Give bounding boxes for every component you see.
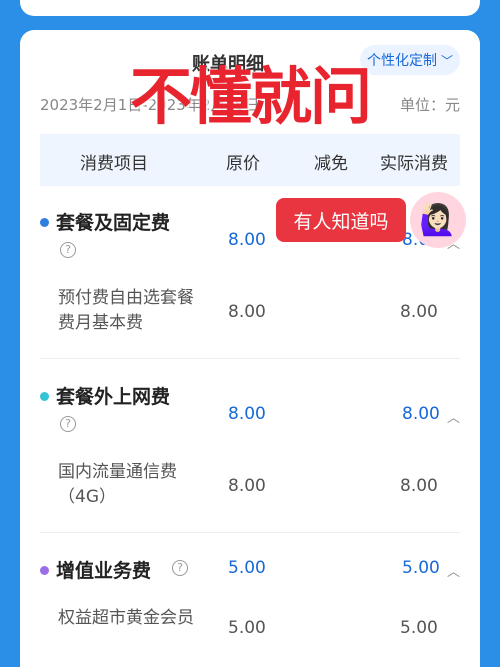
section-title: 套餐及固定费 bbox=[56, 212, 171, 234]
column-header-original: 原价 bbox=[226, 154, 260, 174]
item-actual: 5.00 bbox=[400, 618, 438, 638]
section-title: 增值业务费 bbox=[56, 560, 152, 582]
item-original: 8.00 bbox=[228, 476, 266, 496]
column-header-item: 消费项目 bbox=[80, 154, 148, 174]
help-icon[interactable]: ? bbox=[60, 242, 76, 258]
section-title: 套餐外上网费 bbox=[56, 386, 171, 408]
table-header: 消费项目 原价 减免 实际消费 bbox=[40, 134, 460, 186]
chevron-up-icon[interactable]: ︿ bbox=[447, 561, 460, 580]
customize-button-label: 个性化定制 bbox=[366, 53, 437, 69]
help-icon[interactable]: ? bbox=[172, 560, 188, 576]
section-value-added[interactable]: 增值业务费 ? 5.00 5.00 ︿ 权益超市黄金会员 5.00 5.00 bbox=[40, 556, 460, 667]
customize-button[interactable]: 个性化定制 ﹀ bbox=[360, 45, 460, 75]
divider bbox=[40, 532, 460, 533]
section-actual: 5.00 bbox=[402, 558, 440, 578]
section-dot bbox=[40, 392, 49, 401]
item-original: 8.00 bbox=[228, 302, 266, 322]
chevron-up-icon[interactable]: ︿ bbox=[447, 407, 460, 426]
item-name: 国内流量通信费（4G） bbox=[58, 462, 177, 507]
section-dot bbox=[40, 218, 49, 227]
previous-card bbox=[20, 0, 480, 16]
column-header-actual: 实际消费 bbox=[380, 154, 448, 174]
item-actual: 8.00 bbox=[400, 302, 438, 322]
section-original: 8.00 bbox=[228, 404, 266, 424]
section-actual: 8.00 bbox=[402, 404, 440, 424]
item-name: 预付费自由选套餐费月基本费 bbox=[58, 288, 194, 333]
section-original: 5.00 bbox=[228, 558, 266, 578]
overlay-question-pill: 有人知道吗 bbox=[276, 198, 406, 242]
unit-label: 单位：元 bbox=[399, 96, 460, 114]
section-extra-data[interactable]: 套餐外上网费 ? 8.00 8.00 ︿ 国内流量通信费（4G） 8.00 8.… bbox=[40, 382, 460, 542]
item-original: 5.00 bbox=[228, 618, 266, 638]
help-icon[interactable]: ? bbox=[60, 416, 76, 432]
item-name: 权益超市黄金会员 bbox=[58, 608, 194, 628]
divider bbox=[40, 358, 460, 359]
section-dot bbox=[40, 566, 49, 575]
column-header-discount: 减免 bbox=[314, 154, 348, 174]
item-actual: 8.00 bbox=[400, 476, 438, 496]
section-original: 8.00 bbox=[228, 230, 266, 250]
chevron-down-icon: ﹀ bbox=[440, 53, 453, 68]
raising-hand-icon: 🙋🏻‍♀️ bbox=[410, 192, 466, 248]
overlay-headline: 不懂就问 bbox=[130, 60, 372, 133]
